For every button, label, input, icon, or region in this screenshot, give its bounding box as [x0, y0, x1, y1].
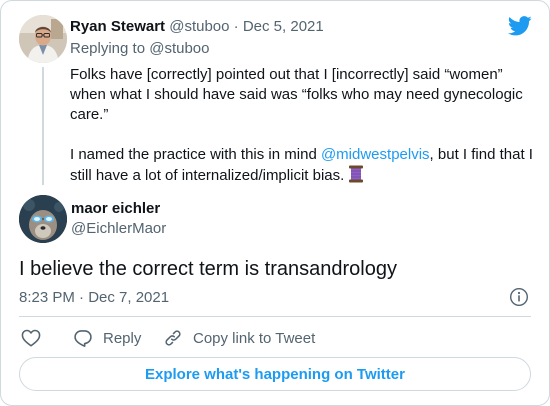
parent-paragraph-1: Folks have [correctly] pointed out that … [70, 66, 523, 123]
parent-avatar[interactable] [19, 15, 67, 63]
actions-divider [19, 316, 531, 317]
mention-link[interactable]: @midwestpelvis [321, 146, 430, 163]
parent-paragraph-2: I named the practice with this in mind @… [70, 145, 538, 186]
like-button[interactable] [21, 327, 41, 349]
main-tweet-text: I believe the correct term is transandro… [19, 258, 397, 280]
reply-bubble-icon [74, 330, 92, 347]
reply-label: Reply [103, 329, 142, 347]
tweet-embed-card: Ryan Stewart @stuboo · Dec 5, 2021 Reply… [0, 0, 550, 406]
tweet-timestamp[interactable]: 8:23 PM · Dec 7, 2021 [19, 288, 169, 308]
copy-link-button[interactable]: Copy link to Tweet [163, 327, 315, 349]
replying-to-prefix: Replying to [70, 40, 146, 57]
parent-author-name[interactable]: Ryan Stewart [70, 18, 165, 35]
explore-twitter-button[interactable]: Explore what's happening on Twitter [19, 357, 531, 391]
avatar-dog-icon [19, 195, 67, 243]
parent-date[interactable]: Dec 5, 2021 [243, 18, 324, 35]
reply-button[interactable]: Reply [73, 327, 141, 349]
heart-icon [21, 329, 41, 347]
parent-paragraph-2-start: I named the practice with this in mind [70, 146, 321, 163]
parent-header: Ryan Stewart @stuboo · Dec 5, 2021 [70, 17, 324, 37]
main-author-name[interactable]: maor eichler [71, 199, 160, 219]
parent-author-handle[interactable]: @stuboo [169, 18, 229, 35]
thread-connector-line [42, 67, 44, 185]
copy-link-label: Copy link to Tweet [193, 329, 316, 347]
info-icon[interactable] [509, 287, 529, 307]
replying-to-handle[interactable]: @stuboo [149, 40, 209, 57]
replying-to-line: Replying to @stuboo [70, 39, 209, 59]
twitter-bird-icon[interactable] [508, 15, 532, 37]
link-icon [165, 330, 181, 346]
thread-spool-icon [349, 165, 364, 183]
main-author-handle[interactable]: @EichlerMaor [71, 219, 166, 239]
avatar-photo-icon [19, 15, 67, 63]
parent-tweet-text: Folks have [correctly] pointed out that … [70, 65, 538, 186]
main-avatar[interactable] [19, 195, 67, 243]
header-separator: · [233, 18, 239, 35]
